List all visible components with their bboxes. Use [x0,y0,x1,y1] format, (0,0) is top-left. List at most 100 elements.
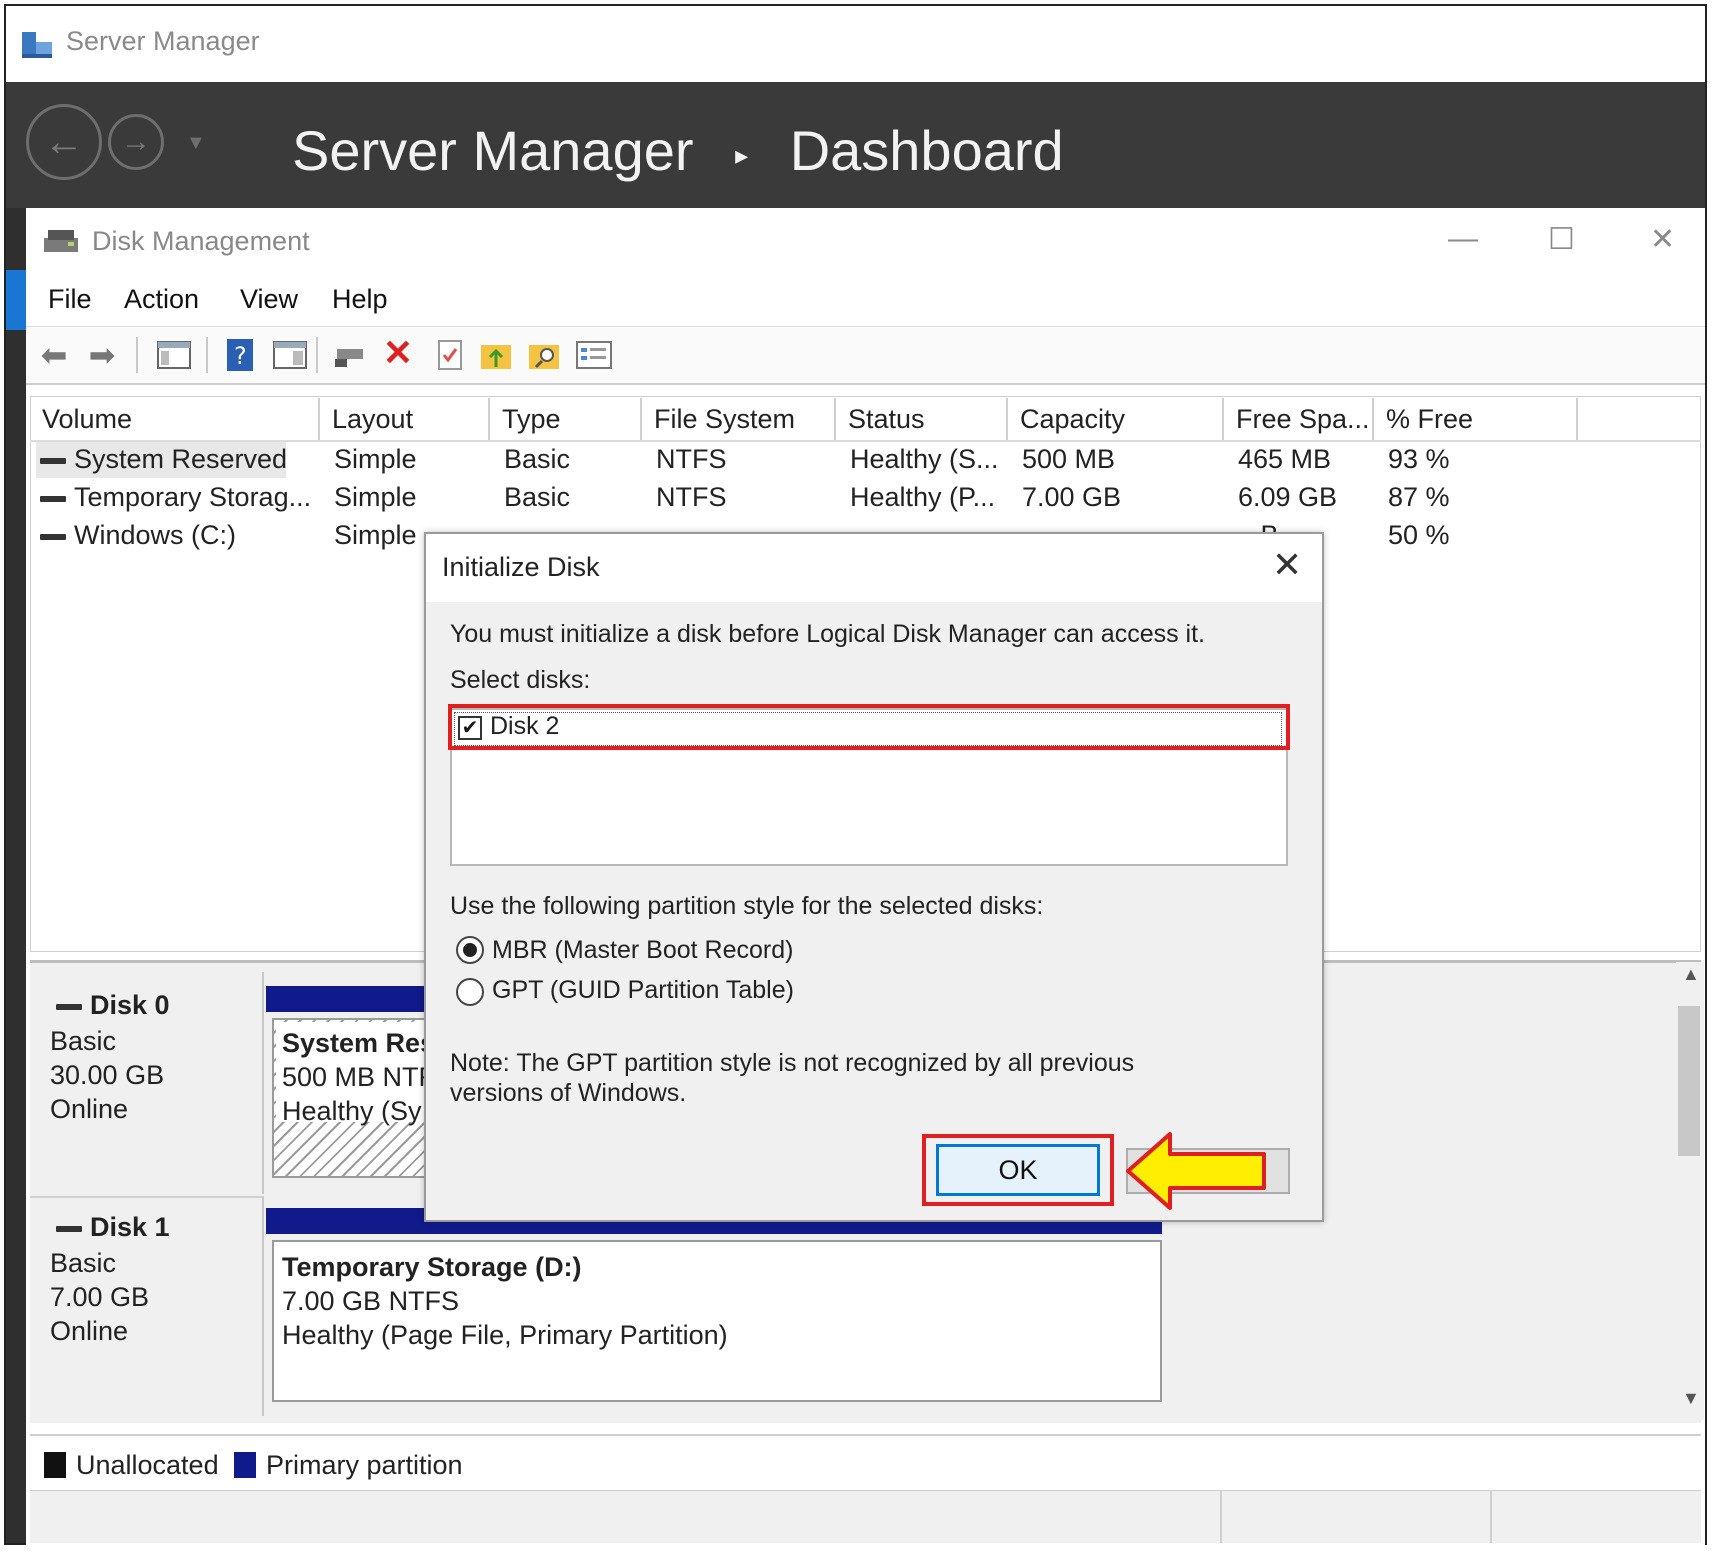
column-header-capacity[interactable]: Capacity [1008,398,1224,440]
server-manager-titlebar [6,6,1705,82]
back-icon[interactable]: ⬅ [36,337,72,373]
cell-status: Healthy (P... [850,482,996,512]
cell-status: Healthy (S... [850,444,999,474]
forward-nav-button[interactable]: → [108,114,164,170]
folder-up-icon[interactable] [478,337,514,373]
scroll-thumb[interactable] [1678,1006,1700,1156]
disk-icon [56,1225,82,1232]
help-icon[interactable]: ? [222,337,258,373]
radio-selected-dot [463,943,477,957]
status-bar [30,1490,1701,1543]
cell-capacity: 500 MB [1022,444,1116,474]
close-button[interactable]: ✕ [1650,222,1675,257]
breadcrumb-current: Dashboard [789,119,1064,182]
table-row[interactable]: Temporary Storag... [40,482,311,513]
table-row[interactable]: Windows (C:) [40,520,236,551]
breadcrumb-root[interactable]: Server Manager [292,119,694,182]
disk-0-label: Disk 0 [56,990,170,1021]
server-manager-title: Server Manager [66,26,260,56]
breadcrumb-separator-icon: ▸ [735,139,749,170]
ok-button-highlight [922,1134,1114,1206]
disk-1-state: Online [50,1316,129,1346]
disk-management-icon [42,224,80,258]
partition-detail: 7.00 GB NTFS [282,1286,460,1316]
menu-file[interactable]: File [48,284,92,315]
menu-view[interactable]: View [240,284,298,315]
svg-text:?: ? [234,342,247,370]
cell-file-system: NTFS [656,482,727,512]
cell-free-space: 465 MB [1238,444,1332,474]
disk-1-type: Basic [50,1248,117,1278]
dialog-title: Initialize Disk [442,552,600,582]
mbr-option-label[interactable]: MBR (Master Boot Record) [492,936,793,965]
disk-1-label: Disk 1 [56,1212,170,1243]
vertical-scrollbar[interactable]: ▲ ▼ [1676,962,1704,1420]
select-disks-label: Select disks: [450,666,591,694]
gpt-radio[interactable] [456,978,484,1006]
cell-percent-free: 87 % [1388,482,1450,512]
column-header-percent-free[interactable]: % Free [1374,398,1578,440]
legend-unallocated: Unallocated [76,1450,219,1480]
forward-icon[interactable]: ➡ [84,337,120,373]
column-header-layout[interactable]: Layout [320,398,490,440]
partition-bar-system-reserved [266,986,426,1012]
disk-icon [56,1003,82,1010]
disk-0-type: Basic [50,1026,117,1056]
partition-name: Temporary Storage (D:) [282,1252,582,1282]
menu-action[interactable]: Action [124,284,199,315]
history-dropdown-icon[interactable]: ▼ [186,132,206,155]
properties-icon[interactable] [432,337,468,373]
legend-primary-partition: Primary partition [266,1450,463,1480]
partition-status: Healthy (Page File, Primary Partition) [282,1320,728,1350]
partition-name: System Res [282,1028,426,1058]
connect-icon[interactable] [332,337,368,373]
column-header-file-system[interactable]: File System [642,398,836,440]
cell-type: Basic [504,444,571,474]
partition-status: Healthy (Sy [282,1096,422,1126]
list-icon[interactable] [576,337,612,373]
column-header-free-space[interactable]: Free Spa... [1224,398,1374,440]
legend-primary-swatch [234,1452,256,1478]
breadcrumb: Server Manager ▸ Dashboard [292,118,1064,183]
cell-type: Basic [504,482,571,512]
folder-search-icon[interactable] [526,337,562,373]
cell-layout: Simple [334,520,417,550]
column-header-type[interactable]: Type [490,398,642,440]
gpt-note: Note: The GPT partition style is not rec… [450,1049,1135,1107]
scroll-down-icon[interactable]: ▼ [1682,1388,1700,1409]
maximize-button[interactable]: ☐ [1548,222,1575,257]
disk-0-state: Online [50,1094,129,1124]
column-header-status[interactable]: Status [836,398,1008,440]
minimize-button[interactable]: — [1448,222,1478,256]
back-nav-button[interactable]: ← [26,104,102,180]
cell-percent-free: 93 % [1388,444,1450,474]
server-manager-icon [20,28,54,60]
menu-help[interactable]: Help [332,284,388,315]
scroll-up-icon[interactable]: ▲ [1682,964,1700,985]
annotation-arrow-icon [1124,1130,1270,1212]
cell-layout: Simple [334,444,417,474]
dialog-intro-text: You must initialize a disk before Logica… [450,620,1206,648]
table-row[interactable]: System Reserved [40,444,287,475]
gpt-option-label[interactable]: GPT (GUID Partition Table) [492,976,794,1005]
back-arrow-icon: ← [44,119,84,164]
partition-style-label: Use the following partition style for th… [450,892,1044,920]
disk-0-size: 30.00 GB [50,1060,165,1090]
disk-management-title: Disk Management [92,226,310,256]
mbr-radio[interactable] [456,936,484,964]
dialog-close-icon[interactable]: ✕ [1272,544,1302,586]
show-hide-icon[interactable] [272,337,308,373]
sidebar-strip [6,208,26,1543]
column-header-volume[interactable]: Volume [30,398,320,440]
volume-icon [40,533,66,540]
cell-percent-free: 50 % [1388,520,1450,550]
volume-icon [40,457,66,464]
disk-1-size: 7.00 GB [50,1282,150,1312]
volume-icon [40,495,66,502]
disk-selection-highlight [448,704,1290,750]
delete-icon[interactable]: ✕ [380,332,416,373]
cell-capacity: 7.00 GB [1022,482,1122,512]
console-tree-icon[interactable] [156,337,192,373]
cell-file-system: NTFS [656,444,727,474]
partition-detail: 500 MB NTF [282,1062,426,1092]
